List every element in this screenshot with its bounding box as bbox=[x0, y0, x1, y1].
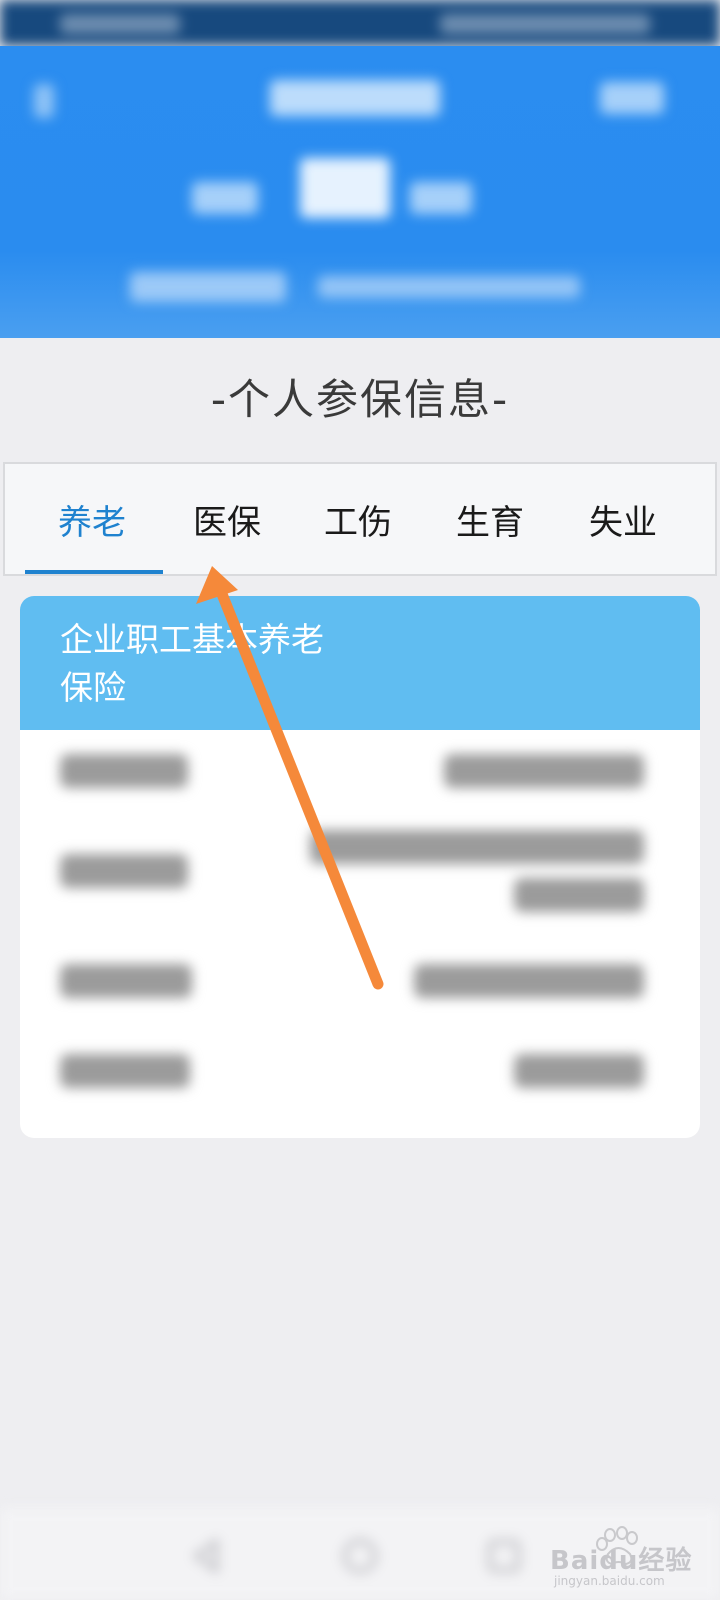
insurance-tabs: 养老 医保 工伤 生育 失业 bbox=[3, 462, 717, 576]
tab-work-injury[interactable]: 工伤 bbox=[291, 464, 425, 574]
user-name-label bbox=[192, 182, 258, 214]
tab-pension[interactable]: 养老 bbox=[25, 464, 159, 574]
detail-label bbox=[60, 1054, 190, 1088]
detail-label bbox=[60, 854, 188, 888]
card-details bbox=[20, 730, 700, 1138]
back-nav-icon[interactable] bbox=[186, 1536, 226, 1576]
app-header bbox=[0, 46, 720, 338]
detail-label bbox=[60, 964, 192, 998]
detail-value bbox=[514, 1054, 644, 1088]
watermark: Baidu经验 jingyan.baidu.com bbox=[548, 1526, 716, 1592]
detail-label bbox=[60, 754, 188, 788]
screen: -个人参保信息- 养老 医保 工伤 生育 失业 企业职工基本养老保险 Baidu… bbox=[0, 0, 720, 1600]
watermark-url: jingyan.baidu.com bbox=[554, 1574, 665, 1588]
status-bar bbox=[0, 0, 720, 46]
tab-unemployment[interactable]: 失业 bbox=[556, 464, 690, 574]
section-title: -个人参保信息- bbox=[210, 375, 510, 424]
active-tab-indicator bbox=[25, 570, 163, 574]
id-value bbox=[318, 276, 580, 298]
user-name bbox=[300, 158, 390, 218]
detail-value bbox=[414, 964, 644, 998]
recents-nav-icon[interactable] bbox=[484, 1536, 524, 1576]
card-header: 企业职工基本养老保险 bbox=[20, 596, 700, 730]
detail-value bbox=[444, 754, 644, 788]
header-title bbox=[270, 80, 440, 116]
card-title: 企业职工基本养老保险 bbox=[60, 620, 324, 707]
home-nav-icon[interactable] bbox=[340, 1536, 380, 1576]
insurance-card: 企业职工基本养老保险 bbox=[20, 596, 700, 1138]
back-icon[interactable] bbox=[34, 84, 54, 118]
header-action[interactable] bbox=[600, 82, 664, 114]
detail-value bbox=[514, 878, 644, 912]
watermark-brand: Baidu经验 bbox=[550, 1546, 693, 1576]
tab-maternity[interactable]: 生育 bbox=[423, 464, 557, 574]
detail-value bbox=[310, 830, 644, 864]
tab-medical[interactable]: 医保 bbox=[160, 464, 294, 574]
user-tag bbox=[410, 182, 472, 214]
id-label bbox=[130, 272, 286, 302]
